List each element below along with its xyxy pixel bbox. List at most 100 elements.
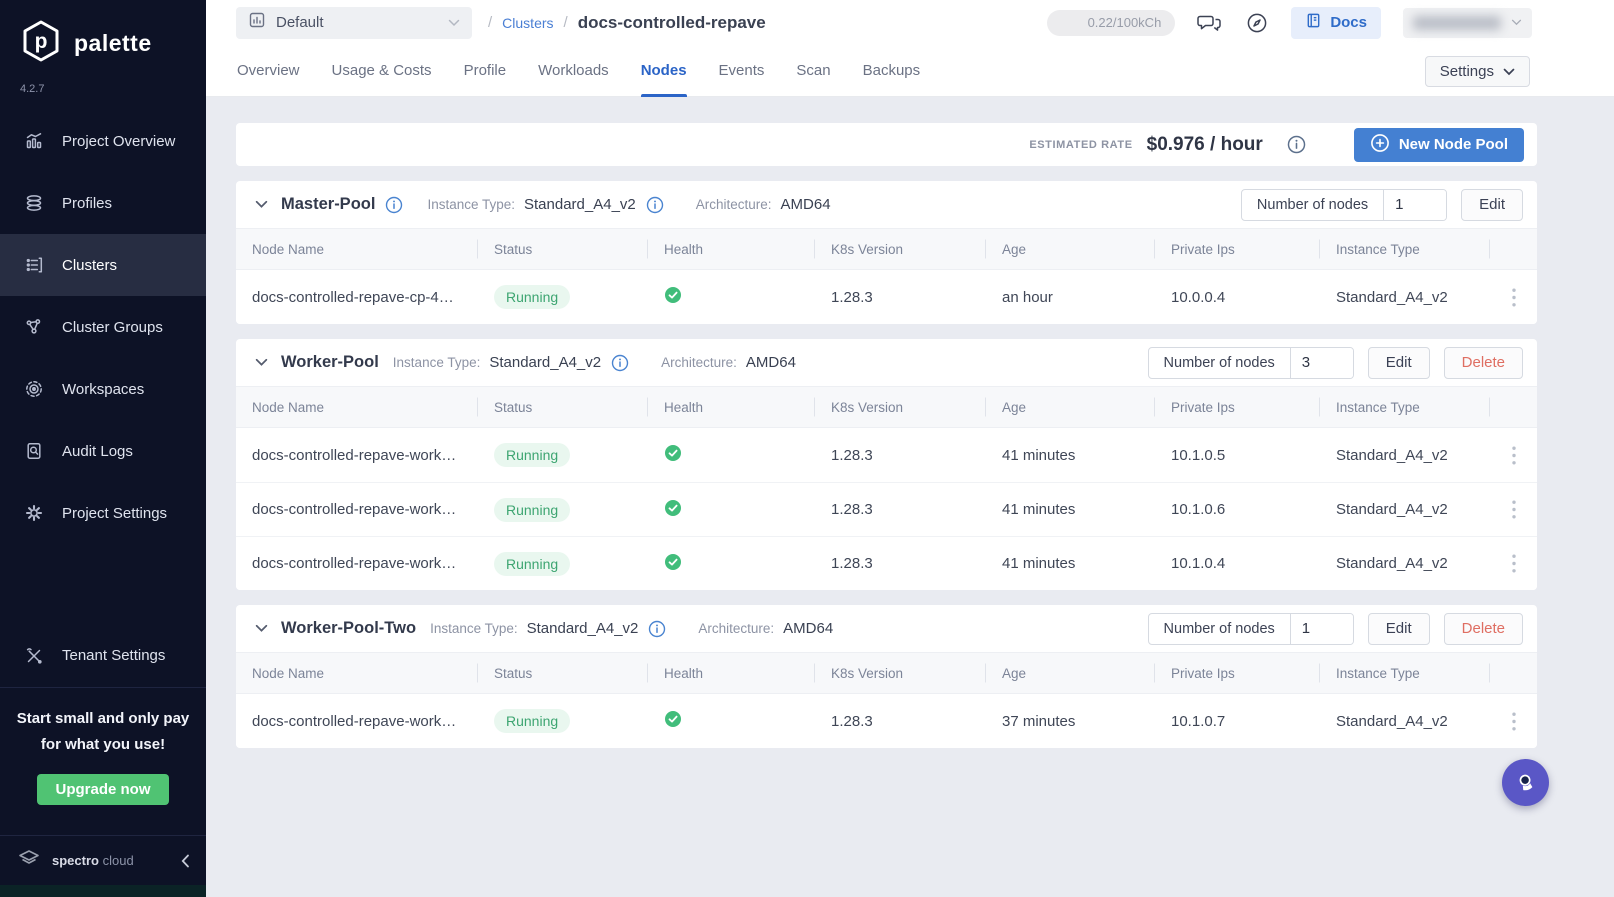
cluster-tabs: Overview Usage & Costs Profile Workloads… <box>206 45 1614 97</box>
node-name: docs-controlled-repave-work… <box>252 501 457 518</box>
layers-icon <box>24 193 44 213</box>
compass-icon[interactable] <box>1245 11 1269 35</box>
tab-nodes[interactable]: Nodes <box>640 45 687 97</box>
instance-type: Standard_A4_v2 <box>1336 712 1448 730</box>
table-header: Node Name Status Health K8s Version Age … <box>236 653 1537 694</box>
architecture-value: AMD64 <box>780 196 831 213</box>
nodes-content: ESTIMATED RATE $0.976 / hour New Node Po… <box>206 97 1537 748</box>
upgrade-now-button[interactable]: Upgrade now <box>37 774 169 805</box>
top-bar: Default / Clusters / docs-controlled-rep… <box>206 0 1614 45</box>
number-of-nodes-input[interactable] <box>1290 347 1353 378</box>
edit-pool-button[interactable]: Edit <box>1367 346 1430 379</box>
docs-button[interactable]: Docs <box>1291 6 1381 39</box>
sidebar-item-cluster-groups[interactable]: Cluster Groups <box>0 296 206 358</box>
new-node-pool-button[interactable]: New Node Pool <box>1353 127 1524 162</box>
private-ip: 10.1.0.4 <box>1171 555 1226 572</box>
pool-name: Worker-Pool-Two <box>281 619 417 637</box>
project-selector-value: Default <box>276 14 324 31</box>
table-row: docs-controlled-repave-work… Running 1.2… <box>236 482 1537 536</box>
edit-pool-button[interactable]: Edit <box>1461 188 1523 221</box>
status-badge: Running <box>494 709 571 733</box>
delete-pool-button[interactable]: Delete <box>1443 346 1523 379</box>
collapse-sidebar-button[interactable] <box>181 854 190 868</box>
info-icon[interactable] <box>611 354 629 372</box>
doc-search-icon <box>24 441 44 461</box>
sidebar-item-project-overview[interactable]: Project Overview <box>0 110 206 172</box>
sidebar: p palette 4.2.7 Project Overview Profile… <box>0 0 206 897</box>
node-age: 41 minutes <box>1002 555 1076 572</box>
row-kebab-menu-button[interactable] <box>1490 288 1537 307</box>
sidebar-item-audit-logs[interactable]: Audit Logs <box>0 420 206 482</box>
col-instance-type: Instance Type <box>1320 242 1490 257</box>
tab-overview[interactable]: Overview <box>237 45 300 97</box>
private-ip: 10.0.0.4 <box>1171 288 1226 306</box>
instance-type-value: Standard_A4_v2 <box>489 354 602 371</box>
tab-usage-costs[interactable]: Usage & Costs <box>332 45 432 97</box>
number-of-nodes-input[interactable] <box>1384 189 1447 220</box>
info-icon[interactable] <box>385 196 403 214</box>
k8s-version: 1.28.3 <box>831 501 873 518</box>
instance-type-value: Standard_A4_v2 <box>526 620 639 637</box>
chevron-down-icon <box>1503 68 1515 75</box>
k8s-version: 1.28.3 <box>831 446 873 464</box>
bar-chart-icon <box>24 131 44 151</box>
instance-type-label: Instance Type: <box>430 621 518 636</box>
user-account-menu[interactable] <box>1403 7 1532 38</box>
health-ok-icon <box>664 553 682 575</box>
col-node-name: Node Name <box>236 242 478 257</box>
node-name: docs-controlled-repave-work… <box>252 446 457 464</box>
architecture-label: Architecture: <box>695 197 772 212</box>
col-status: Status <box>478 400 648 415</box>
col-node-name: Node Name <box>236 666 478 681</box>
tab-workloads[interactable]: Workloads <box>538 45 609 97</box>
sidebar-item-label: Project Overview <box>62 132 176 150</box>
usage-badge: 0.22/100kCh <box>1047 9 1176 36</box>
info-icon[interactable] <box>1287 135 1306 154</box>
sidebar-item-profiles[interactable]: Profiles <box>0 172 206 234</box>
tab-backups[interactable]: Backups <box>863 45 921 97</box>
architecture-value: AMD64 <box>783 620 834 637</box>
chat-icon[interactable] <box>1197 12 1223 34</box>
row-kebab-menu-button[interactable] <box>1490 712 1537 731</box>
info-icon[interactable] <box>646 196 664 214</box>
chevron-down-icon[interactable] <box>255 358 268 367</box>
breadcrumb-link-clusters[interactable]: Clusters <box>502 15 553 31</box>
number-of-nodes-input[interactable] <box>1290 613 1353 644</box>
node-pool-card-master: Master-Pool Instance Type: Standard_A4_v… <box>236 181 1537 324</box>
col-k8s-version: K8s Version <box>815 666 986 681</box>
chevron-down-icon[interactable] <box>255 200 268 209</box>
tab-scan[interactable]: Scan <box>796 45 830 97</box>
chevron-down-icon <box>1511 19 1522 26</box>
tab-profile[interactable]: Profile <box>464 45 507 97</box>
table-row: docs-controlled-repave-cp-4… Running 1.2… <box>236 270 1537 324</box>
sidebar-item-clusters[interactable]: Clusters <box>0 234 206 296</box>
book-icon <box>1305 12 1322 33</box>
settings-button[interactable]: Settings <box>1424 56 1530 87</box>
sidebar-item-workspaces[interactable]: Workspaces <box>0 358 206 420</box>
table-row: docs-controlled-repave-work… Running 1.2… <box>236 428 1537 482</box>
tools-icon <box>24 646 44 666</box>
chevron-down-icon[interactable] <box>255 624 268 633</box>
node-age: an hour <box>1002 288 1053 306</box>
col-instance-type: Instance Type <box>1320 400 1490 415</box>
tab-events[interactable]: Events <box>719 45 765 97</box>
project-selector[interactable]: Default <box>236 6 472 39</box>
private-ip: 10.1.0.6 <box>1171 501 1226 518</box>
status-badge: Running <box>494 285 571 309</box>
row-kebab-menu-button[interactable] <box>1490 446 1537 465</box>
private-ip: 10.1.0.5 <box>1171 446 1226 464</box>
k8s-version: 1.28.3 <box>831 288 873 306</box>
row-kebab-menu-button[interactable] <box>1490 500 1537 519</box>
edit-pool-button[interactable]: Edit <box>1367 612 1430 645</box>
sidebar-item-project-settings[interactable]: Project Settings <box>0 482 206 544</box>
info-icon[interactable] <box>648 620 666 638</box>
pool-name: Worker-Pool <box>281 353 379 371</box>
svg-text:p: p <box>35 30 48 53</box>
node-age: 37 minutes <box>1002 712 1076 730</box>
delete-pool-button[interactable]: Delete <box>1443 612 1523 645</box>
row-kebab-menu-button[interactable] <box>1490 554 1537 573</box>
sidebar-item-tenant-settings[interactable]: Tenant Settings <box>0 625 206 687</box>
table-header: Node Name Status Health K8s Version Age … <box>236 387 1537 428</box>
private-ip: 10.1.0.7 <box>1171 712 1226 730</box>
assistant-fab-button[interactable] <box>1502 759 1549 806</box>
